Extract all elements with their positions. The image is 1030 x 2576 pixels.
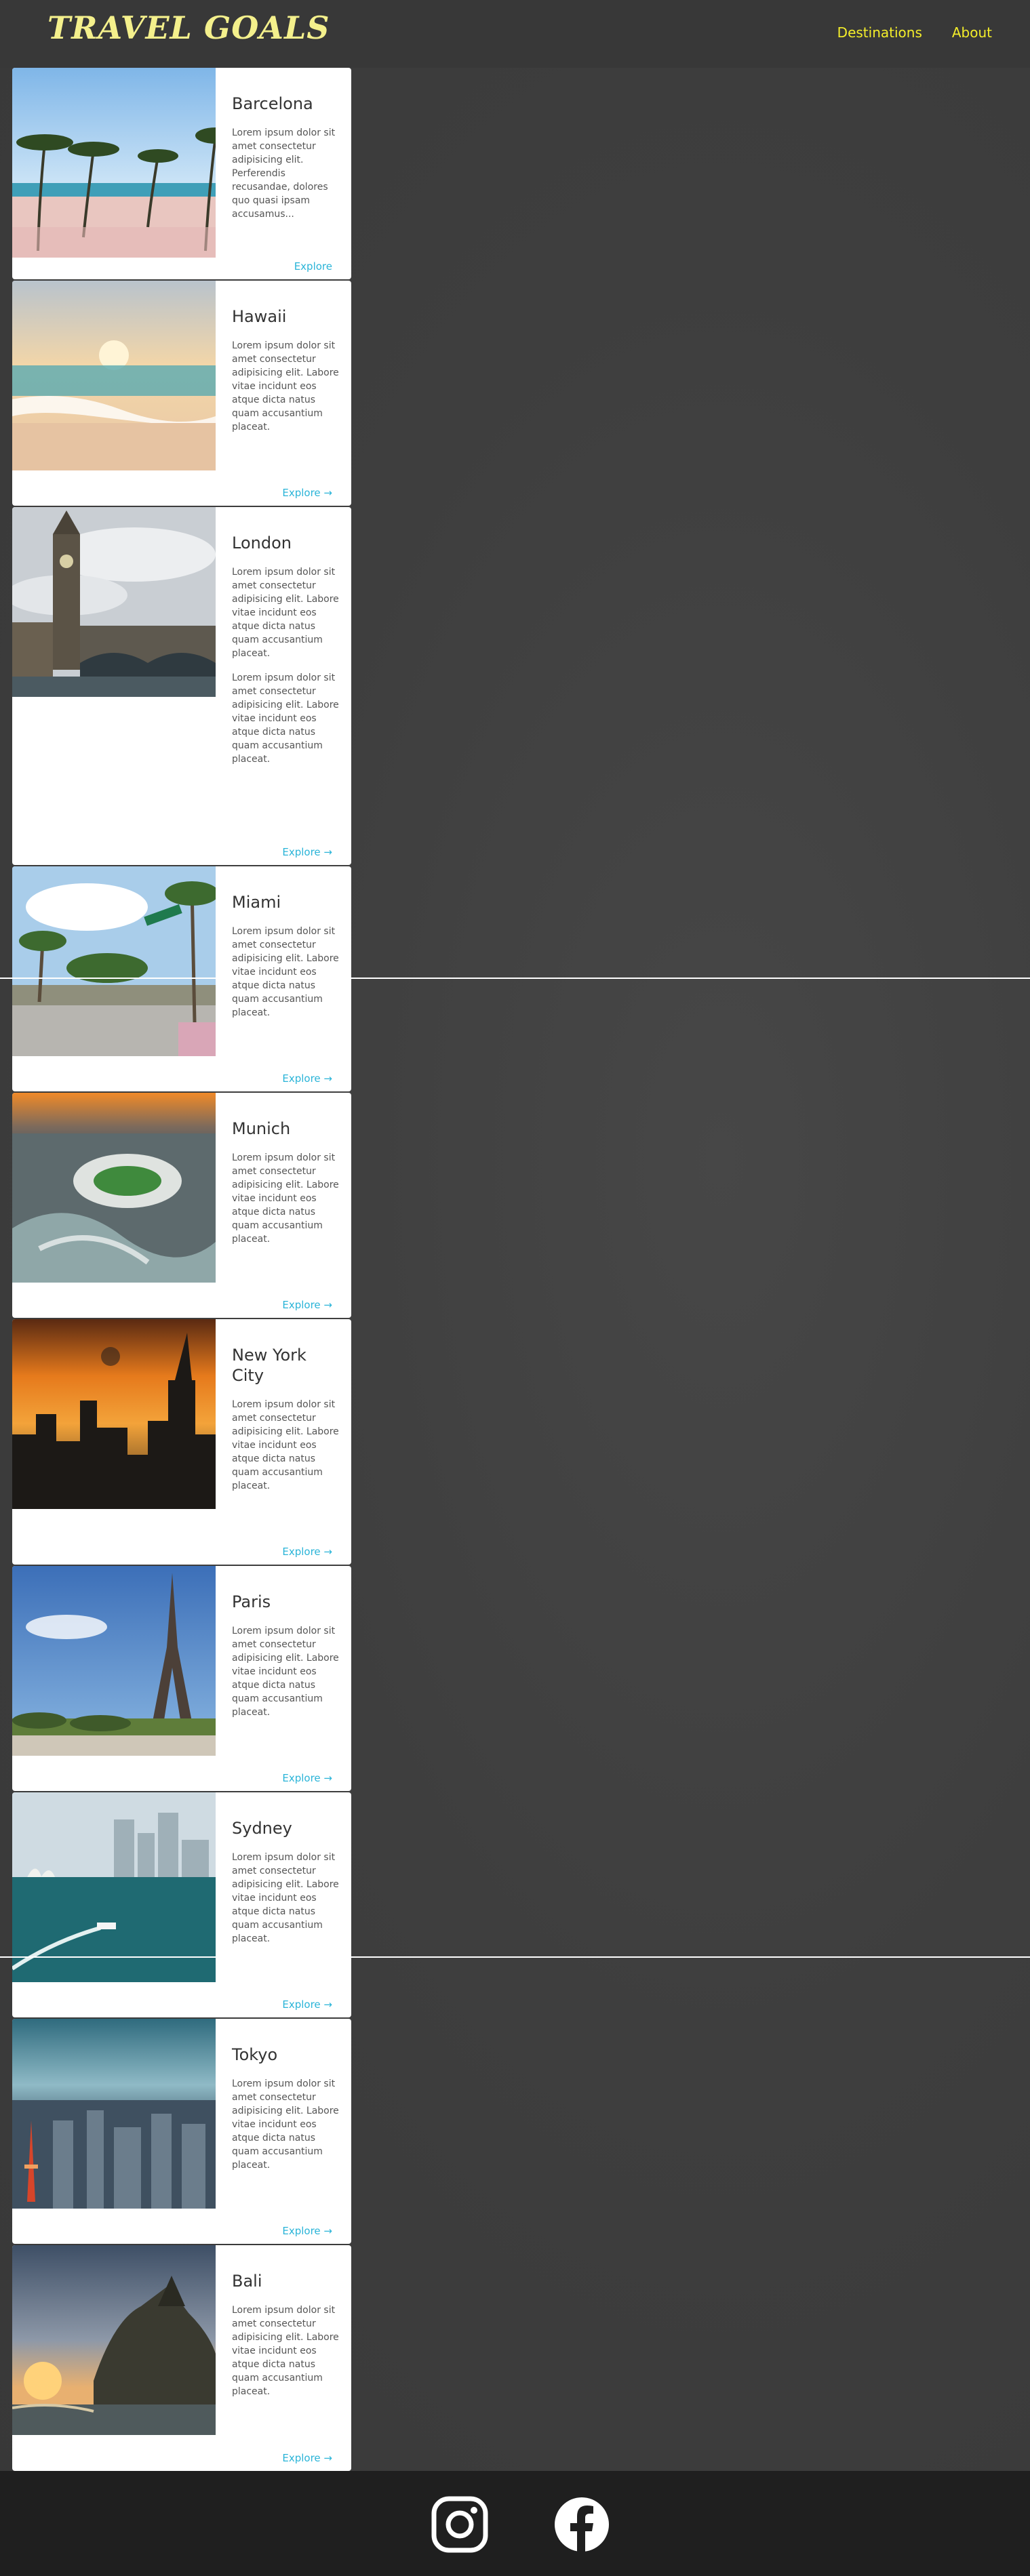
card-title: Hawaii [232, 307, 287, 326]
card-title: New York City [232, 1346, 306, 1385]
horizontal-divider [0, 978, 1030, 979]
explore-link[interactable]: Explore → [282, 1072, 332, 1085]
card-description: Lorem ipsum dolor sit amet consectetur a… [232, 567, 339, 659]
destination-card-hawaii: Hawaii Lorem ipsum dolor sit amet consec… [12, 281, 351, 506]
card-body: Barcelona Lorem ipsum dolor sit amet con… [232, 94, 339, 232]
nav-links: Destinations About [808, 24, 992, 41]
nav-link-destinations[interactable]: Destinations [837, 24, 922, 41]
destination-card-bali: Bali Lorem ipsum dolor sit amet consecte… [12, 2245, 351, 2471]
tokyo-skyline-photo [12, 2019, 216, 2209]
card-title: Miami [232, 893, 281, 912]
destination-card-munich: Munich Lorem ipsum dolor sit amet consec… [12, 1093, 351, 1318]
destination-card-miami: Miami Lorem ipsum dolor sit amet consect… [12, 866, 351, 1091]
new-york-skyline-photo [12, 1319, 216, 1509]
card-title: Paris [232, 1592, 271, 1611]
card-body: Tokyo Lorem ipsum dolor sit amet consect… [232, 2045, 339, 2183]
destination-card-london: London Lorem ipsum dolor sit amet consec… [12, 507, 351, 865]
card-title: London [232, 534, 292, 552]
instagram-icon[interactable] [431, 2496, 488, 2553]
bali-temple-sunset-photo [12, 2245, 216, 2435]
card-body: London Lorem ipsum dolor sit amet consec… [232, 533, 339, 777]
explore-link[interactable]: Explore [294, 260, 332, 273]
navbar: TRAVEL GOALS Destinations About [0, 0, 1030, 68]
card-title: Barcelona [232, 94, 313, 113]
munich-stadium-photo [12, 1093, 216, 1283]
explore-link[interactable]: Explore → [282, 1998, 332, 2011]
card-description: Lorem ipsum dolor sit amet consectetur a… [232, 127, 336, 220]
card-body: Sydney Lorem ipsum dolor sit amet consec… [232, 1818, 339, 1956]
card-description: Lorem ipsum dolor sit amet consectetur a… [232, 926, 339, 1018]
destination-card-new-york-city: New York City Lorem ipsum dolor sit amet… [12, 1319, 351, 1565]
card-body: New York City Lorem ipsum dolor sit amet… [232, 1345, 339, 1504]
barcelona-beach-photo [12, 68, 216, 258]
explore-link[interactable]: Explore → [282, 1299, 332, 1311]
explore-link[interactable]: Explore → [282, 1546, 332, 1558]
horizontal-divider [0, 1956, 1030, 1958]
card-body: Hawaii Lorem ipsum dolor sit amet consec… [232, 306, 339, 445]
nav-link-about[interactable]: About [952, 24, 992, 41]
destination-card-sydney: Sydney Lorem ipsum dolor sit amet consec… [12, 1792, 351, 2017]
card-description-extra: Lorem ipsum dolor sit amet consectetur a… [232, 672, 339, 765]
card-body: Miami Lorem ipsum dolor sit amet consect… [232, 892, 339, 1030]
explore-link[interactable]: Explore → [282, 1772, 332, 1784]
card-title: Tokyo [232, 2045, 278, 2064]
card-title: Munich [232, 1119, 291, 1138]
explore-link[interactable]: Explore → [282, 2225, 332, 2237]
footer [0, 2471, 1030, 2576]
card-body: Paris Lorem ipsum dolor sit amet consect… [232, 1592, 339, 1730]
sydney-harbour-photo [12, 1792, 216, 1982]
hawaii-beach-photo [12, 281, 216, 470]
brand-logo[interactable]: TRAVEL GOALS [47, 9, 330, 46]
london-big-ben-photo [12, 507, 216, 697]
card-description: Lorem ipsum dolor sit amet consectetur a… [232, 340, 339, 432]
card-description: Lorem ipsum dolor sit amet consectetur a… [232, 2078, 339, 2171]
card-body: Munich Lorem ipsum dolor sit amet consec… [232, 1119, 339, 1257]
explore-link[interactable]: Explore → [282, 846, 332, 858]
card-description: Lorem ipsum dolor sit amet consectetur a… [232, 2305, 339, 2397]
card-title: Bali [232, 2272, 262, 2291]
card-description: Lorem ipsum dolor sit amet consectetur a… [232, 1852, 339, 1944]
destination-card-tokyo: Tokyo Lorem ipsum dolor sit amet consect… [12, 2019, 351, 2244]
card-description: Lorem ipsum dolor sit amet consectetur a… [232, 1152, 339, 1245]
destination-card-barcelona: Barcelona Lorem ipsum dolor sit amet con… [12, 68, 351, 279]
card-description: Lorem ipsum dolor sit amet consectetur a… [232, 1626, 339, 1718]
card-title: Sydney [232, 1819, 292, 1838]
card-body: Bali Lorem ipsum dolor sit amet consecte… [232, 2271, 339, 2409]
paris-eiffel-tower-photo [12, 1566, 216, 1756]
miami-street-photo [12, 866, 216, 1056]
facebook-icon[interactable] [553, 2496, 610, 2553]
card-description: Lorem ipsum dolor sit amet consectetur a… [232, 1399, 339, 1491]
destination-card-paris: Paris Lorem ipsum dolor sit amet consect… [12, 1566, 351, 1791]
explore-link[interactable]: Explore → [282, 2452, 332, 2464]
explore-link[interactable]: Explore → [282, 487, 332, 499]
